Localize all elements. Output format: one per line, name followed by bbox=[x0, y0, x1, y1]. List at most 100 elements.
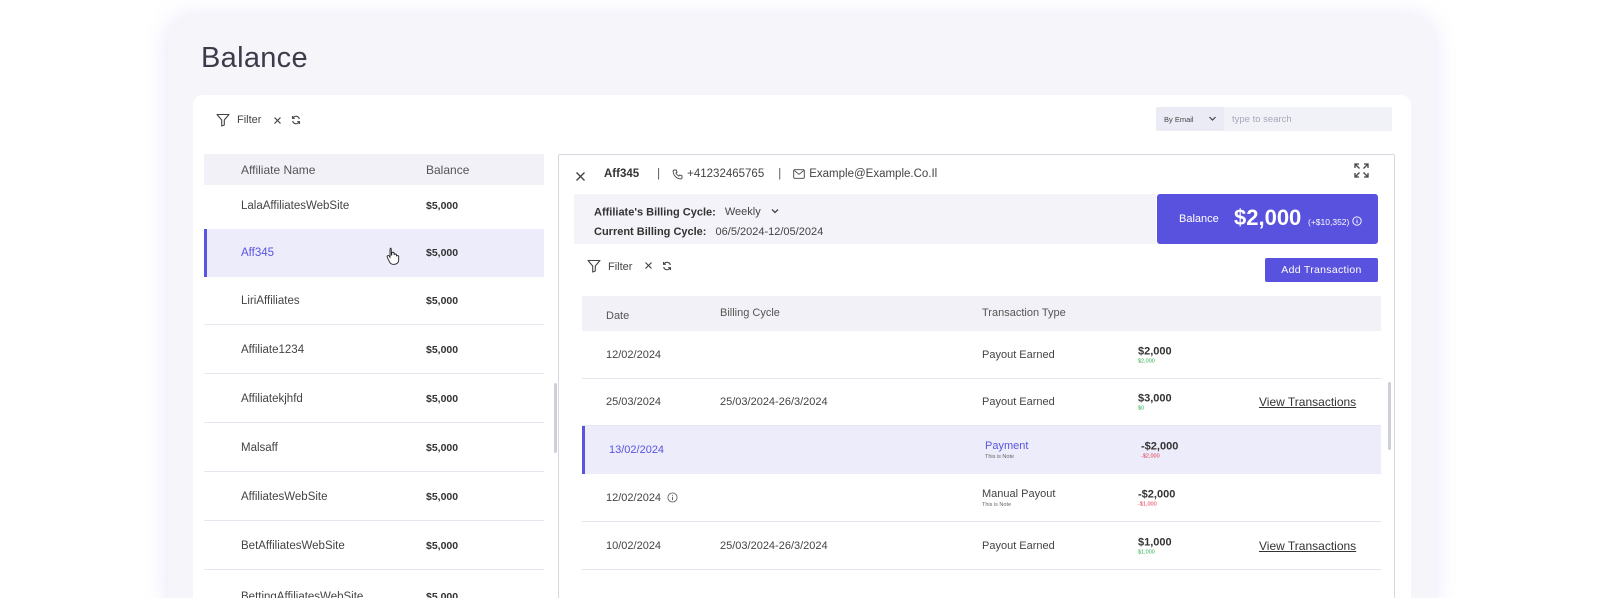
column-header-transaction-type[interactable]: Transaction Type bbox=[982, 307, 1066, 319]
expand-icon[interactable] bbox=[1354, 163, 1369, 183]
transaction-date: 12/02/2024 bbox=[606, 492, 678, 504]
affiliate-name: LiriAffiliates bbox=[241, 294, 300, 307]
balance-extra: (+$10,352) bbox=[1308, 216, 1363, 228]
search-input[interactable] bbox=[1224, 107, 1392, 131]
transaction-date: 10/02/2024 bbox=[606, 540, 661, 552]
transaction-date-value: 25/03/2024 bbox=[606, 395, 662, 408]
transaction-type-value: Payout Earned bbox=[982, 539, 1055, 552]
transaction-amount: -$2,000 -$2,000 bbox=[1141, 441, 1178, 460]
refresh-icon[interactable] bbox=[291, 115, 301, 125]
affiliate-row[interactable]: Affiliatekjhfd $5,000 bbox=[204, 375, 544, 423]
billing-cycle-select[interactable]: Weekly bbox=[725, 206, 780, 218]
transaction-type: Payout Earned bbox=[982, 540, 1055, 552]
transaction-type-value: Payout Earned bbox=[982, 395, 1055, 408]
transactions-scrollbar[interactable] bbox=[1388, 382, 1391, 450]
affiliate-email[interactable]: Example@Example.Co.Il bbox=[809, 168, 937, 180]
affiliate-balance: $5,000 bbox=[426, 392, 459, 405]
affiliate-balance: $5,000 bbox=[426, 539, 459, 552]
transaction-row[interactable]: 10/02/2024 25/03/2024-26/3/2024 Payout Ear… bbox=[582, 522, 1381, 570]
filter-icon[interactable] bbox=[216, 113, 230, 127]
balance-summary-card: Balance $2,000 (+$10,352) bbox=[1157, 194, 1378, 244]
affiliate-row[interactable]: BettingAffiliatesWebSite $5,000 bbox=[204, 571, 544, 598]
balance-amount: $2,000 bbox=[1234, 205, 1302, 230]
transaction-type-value: Manual Payout bbox=[982, 487, 1056, 500]
filter-icon[interactable] bbox=[587, 259, 601, 276]
affiliate-phone: +41232465765 bbox=[687, 168, 765, 180]
transaction-type: Payout Earned bbox=[982, 396, 1055, 408]
view-transactions-link[interactable]: View Transactions bbox=[1259, 395, 1356, 409]
info-icon[interactable] bbox=[1352, 216, 1363, 228]
filter-bar: Filter bbox=[216, 112, 301, 128]
transaction-date: 12/02/2024 bbox=[606, 349, 661, 361]
column-header-balance[interactable]: Balance bbox=[426, 163, 469, 177]
billing-cycle-value: Weekly bbox=[724, 206, 761, 219]
transaction-amount-value: -$2,000 bbox=[1138, 488, 1176, 500]
transaction-row[interactable]: 25/03/2024 25/03/2024-26/3/2024 Payout Ear… bbox=[582, 378, 1381, 426]
add-transaction-button[interactable]: Add Transaction bbox=[1265, 258, 1378, 282]
page-title: Balance bbox=[201, 42, 308, 74]
transaction-sub-amount: -$1,000 bbox=[1138, 501, 1157, 507]
separator: | bbox=[657, 168, 661, 180]
transaction-type-value: Payment bbox=[985, 440, 1029, 452]
affiliate-id: Aff345 bbox=[604, 168, 640, 180]
affiliate-name: Aff345 bbox=[241, 247, 275, 259]
affiliate-row[interactable]: LiriAffiliates $5,000 bbox=[204, 277, 544, 325]
billing-cycle-row: Affiliate's Billing Cycle: Weekly bbox=[594, 206, 780, 219]
balance-extra-value: (+$10,352) bbox=[1308, 217, 1350, 227]
affiliate-row[interactable]: LalaAffiliatesWebSite $5,000 bbox=[204, 182, 544, 230]
transaction-date-value: 10/02/2024 bbox=[606, 539, 662, 552]
affiliate-balance: $5,000 bbox=[426, 591, 459, 598]
affiliate-name: LalaAffiliatesWebSite bbox=[241, 199, 350, 212]
current-cycle-value: 06/5/2024-12/05/2024 bbox=[715, 226, 824, 238]
transaction-amount-value: $3,000 bbox=[1138, 392, 1172, 404]
affiliate-row[interactable]: Affiliate1234 $5,000 bbox=[204, 326, 544, 374]
transaction-type: Payout Earned bbox=[982, 349, 1055, 361]
transaction-row[interactable]: 12/02/2024 Payout Earned $2,000 $2,000 bbox=[582, 331, 1381, 379]
affiliate-balance: $5,000 bbox=[426, 294, 459, 307]
affiliates-table-header: Affiliate Name Balance bbox=[204, 154, 544, 185]
transaction-row[interactable]: 12/02/2024 Manual Payout This is Note -$2,0… bbox=[582, 474, 1381, 522]
transaction-row[interactable]: 13/02/2024 Payment This is Note -$2,000 -$2,… bbox=[582, 426, 1381, 474]
affiliate-name: Affiliate1234 bbox=[241, 343, 305, 356]
column-header-billing-cycle[interactable]: Billing Cycle bbox=[720, 307, 780, 319]
column-header-affiliate-name[interactable]: Affiliate Name bbox=[241, 163, 315, 177]
close-icon[interactable] bbox=[575, 169, 586, 187]
transaction-type: Manual Payout This is Note bbox=[982, 488, 1055, 508]
transactions-table-header: Date Billing Cycle Transaction Type bbox=[582, 296, 1381, 331]
affiliates-scrollbar[interactable] bbox=[554, 383, 557, 453]
chevron-down-icon bbox=[770, 206, 780, 219]
transaction-note: This is Note bbox=[985, 454, 1015, 460]
refresh-icon[interactable] bbox=[662, 261, 672, 274]
search-mode-select[interactable]: By Email bbox=[1156, 107, 1224, 131]
separator: | bbox=[778, 168, 782, 180]
transactions-filter-bar: Filter bbox=[587, 259, 672, 275]
transaction-billing-cycle: 25/03/2024-26/3/2024 bbox=[720, 539, 828, 552]
affiliate-row[interactable]: Malsaff $5,000 bbox=[204, 424, 544, 472]
phone-icon bbox=[672, 169, 683, 180]
filter-label[interactable]: Filter bbox=[237, 114, 261, 126]
affiliate-row[interactable]: AffiliatesWebSite $5,000 bbox=[204, 473, 544, 521]
affiliate-row[interactable]: BetAffiliatesWebSite $5,000 bbox=[204, 522, 544, 570]
transaction-date: 13/02/2024 bbox=[609, 444, 664, 456]
current-cycle-label: Current Billing Cycle: bbox=[594, 226, 707, 238]
current-cycle-row: Current Billing Cycle: 06/5/2024-12/05/2… bbox=[594, 226, 823, 238]
info-icon[interactable] bbox=[667, 492, 678, 503]
column-header-date[interactable]: Date bbox=[606, 310, 629, 322]
transaction-sub-amount: $0 bbox=[1138, 405, 1145, 411]
transaction-sub-amount: $1,000 bbox=[1138, 549, 1155, 555]
affiliate-row[interactable]: Aff345 $5,000 bbox=[204, 229, 544, 277]
transaction-type: Payment This is Note bbox=[985, 440, 1028, 460]
filter-label[interactable]: Filter bbox=[608, 261, 632, 273]
transaction-note: This is Note bbox=[982, 501, 1012, 508]
view-transactions-link[interactable]: View Transactions bbox=[1259, 539, 1356, 553]
clear-filter-icon[interactable] bbox=[644, 261, 653, 273]
billing-cycle-label: Affiliate's Billing Cycle: bbox=[594, 206, 716, 219]
transaction-date: 25/03/2024 bbox=[606, 396, 661, 408]
clear-filter-icon[interactable] bbox=[273, 116, 282, 125]
transaction-date-value: 12/02/2024 bbox=[606, 491, 662, 504]
transaction-date-value: 12/02/2024 bbox=[606, 348, 662, 361]
affiliate-balance: $5,000 bbox=[426, 490, 459, 503]
search-mode-label: By Email bbox=[1164, 114, 1194, 124]
affiliate-name: BettingAffiliatesWebSite bbox=[241, 591, 364, 598]
transaction-amount: $2,000 $2,000 bbox=[1138, 345, 1172, 364]
